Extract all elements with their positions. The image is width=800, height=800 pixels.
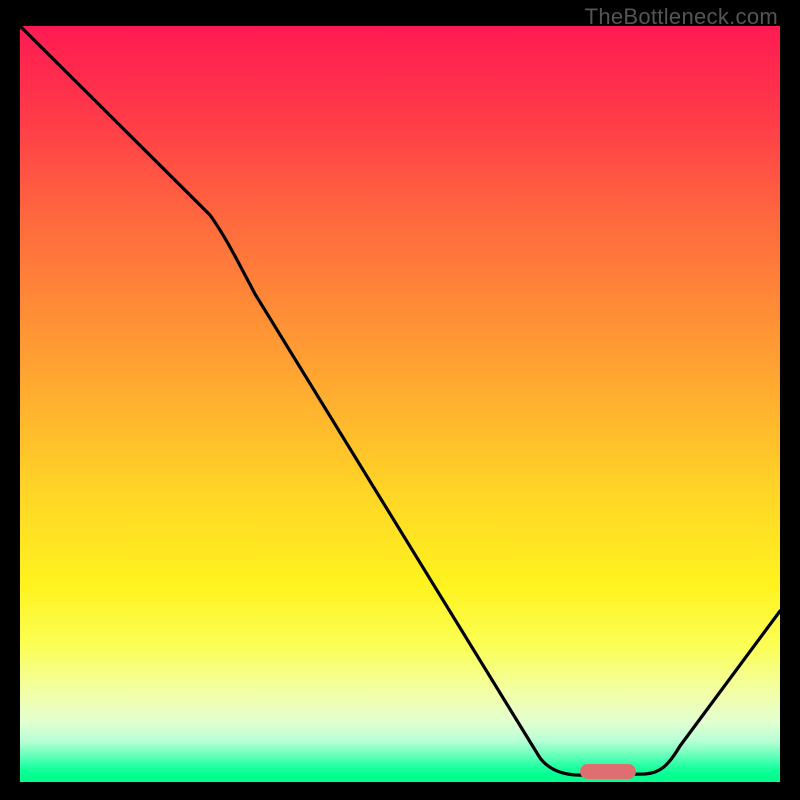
bottleneck-curve	[20, 26, 780, 775]
watermark-text: TheBottleneck.com	[585, 4, 778, 30]
optimal-marker	[580, 764, 636, 779]
chart-frame: TheBottleneck.com	[0, 0, 800, 800]
curve-overlay	[20, 26, 780, 782]
plot-area	[20, 26, 780, 782]
